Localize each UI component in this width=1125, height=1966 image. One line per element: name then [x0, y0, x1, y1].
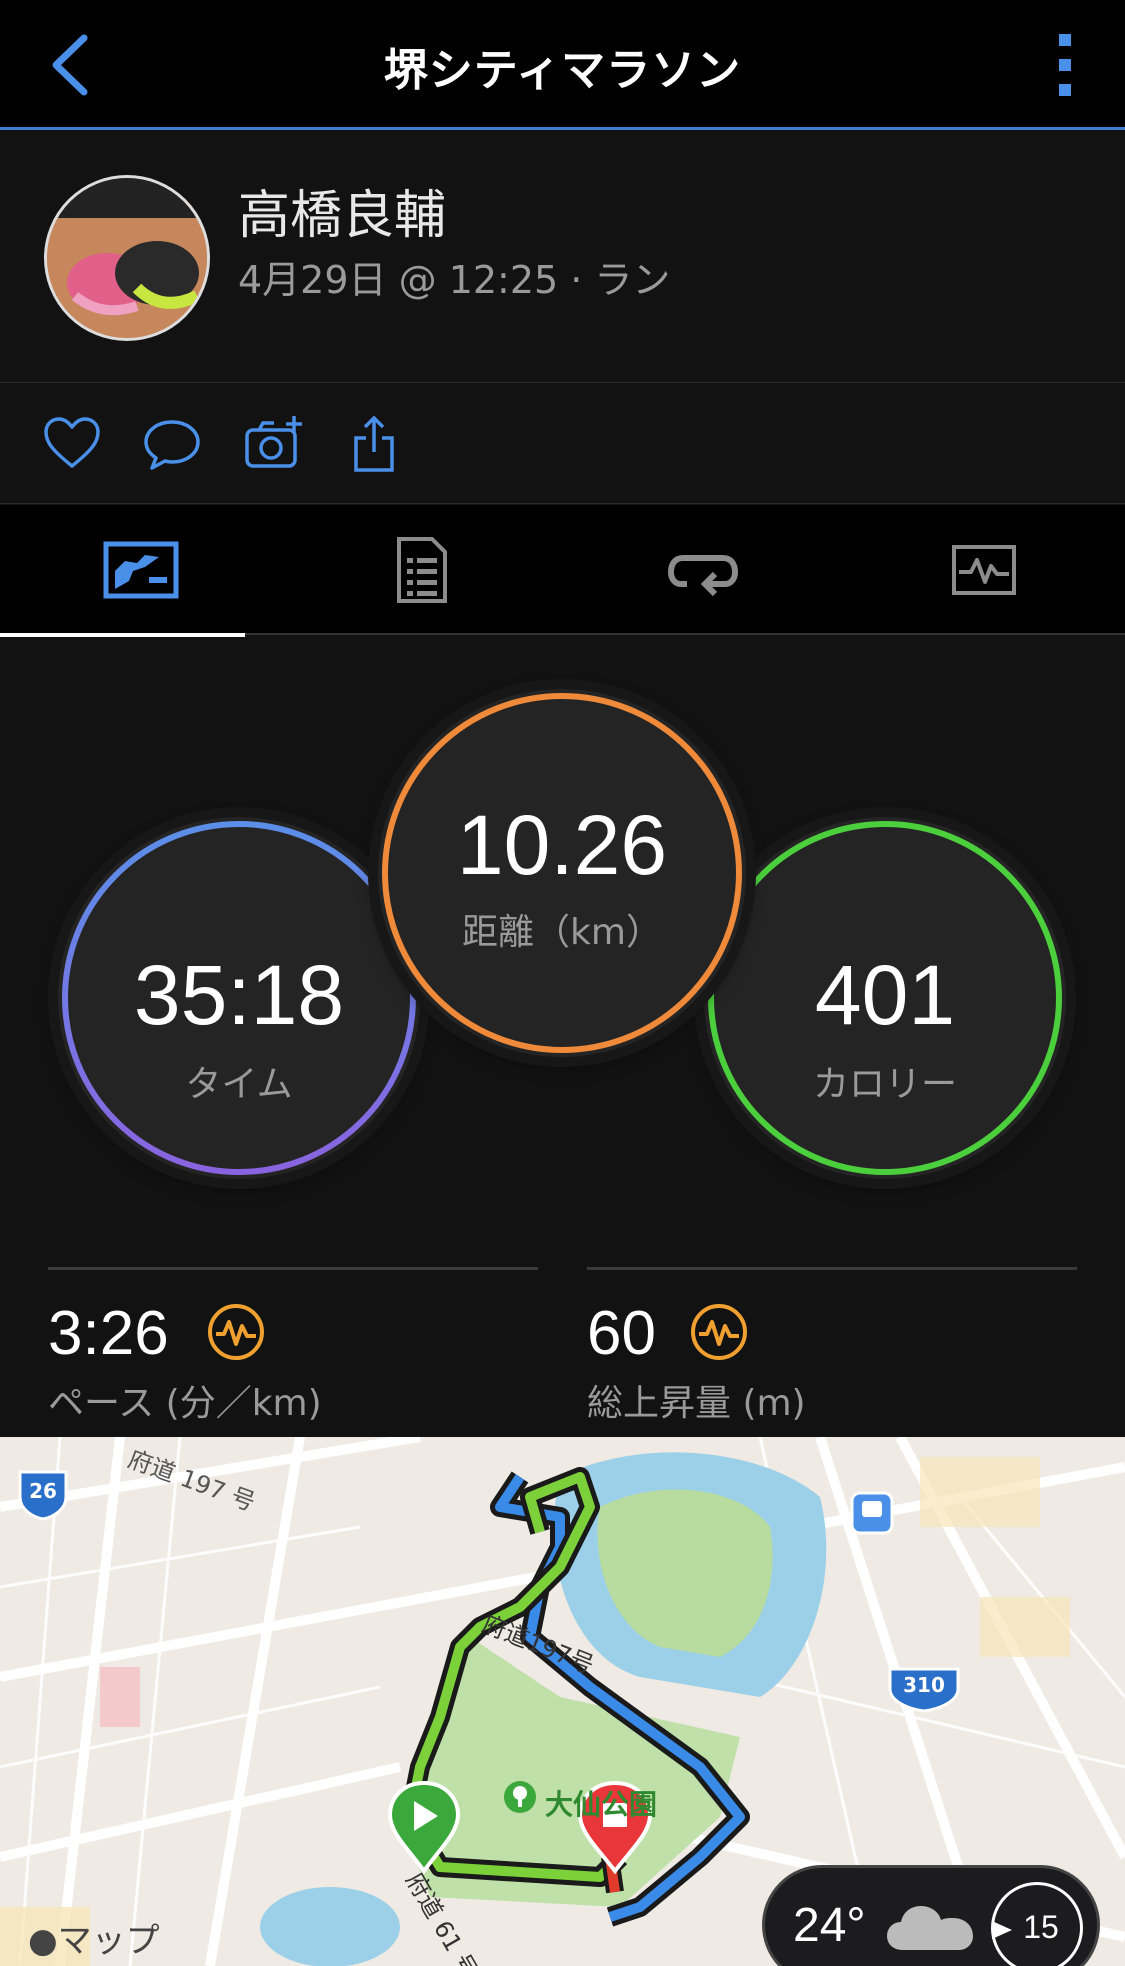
pace-value: 3:26: [48, 1299, 169, 1368]
route-map[interactable]: 府道 197 号 府道197号 府道 61 号 大仙公園 26 310 ●マップ…: [0, 1437, 1125, 1966]
wind-speed: 15: [1023, 1909, 1059, 1945]
pace-chart-icon[interactable]: [206, 1302, 266, 1362]
avatar-photo: [47, 178, 207, 338]
time-label: タイム: [185, 1064, 293, 1105]
action-bar: [0, 384, 1125, 504]
nav-bar: 堺シティマラソン: [0, 0, 1125, 130]
cloud-icon: [887, 1906, 973, 1950]
user-name[interactable]: 高橋良輔: [238, 173, 446, 248]
pace-metric: 3:26 ペース (分／km): [48, 1267, 538, 1424]
avatar[interactable]: [44, 175, 210, 341]
elevation-value: 60: [587, 1299, 656, 1368]
wind-indicator: 15: [991, 1882, 1083, 1966]
temperature: 24°: [793, 1899, 866, 1952]
calories-ring: 401 カロリー: [704, 817, 1066, 1179]
train-station-icon: [850, 1491, 894, 1535]
activity-header: 高橋良輔 4月29日 @ 12:25 · ラン: [0, 133, 1125, 383]
distance-value: 10.26: [456, 798, 668, 892]
maps-attribution: ●マップ: [28, 1921, 160, 1961]
calories-value: 401: [814, 948, 956, 1042]
details-tab-icon: [396, 537, 447, 603]
weather-widget[interactable]: 24° 15: [762, 1865, 1100, 1966]
distance-label: 距離（km）: [462, 912, 662, 953]
apple-logo-icon: ●: [28, 1921, 58, 1961]
calories-label: カロリー: [812, 1064, 957, 1105]
route-sign-310: 310: [903, 1673, 945, 1697]
tab-charts[interactable]: [843, 505, 1124, 635]
page-title: 堺シティマラソン: [383, 45, 742, 96]
heart-icon[interactable]: [42, 414, 102, 474]
more-options-icon[interactable]: [1045, 30, 1085, 100]
pace-label: ペース (分／km): [48, 1383, 322, 1424]
park-icon: [504, 1781, 536, 1813]
add-photo-icon[interactable]: [244, 414, 304, 474]
laps-tab-icon: [667, 555, 738, 596]
overview-tab-icon: [103, 541, 178, 599]
time-value: 35:18: [133, 948, 345, 1042]
elevation-metric: 60 総上昇量 (m): [587, 1267, 1077, 1424]
tab-bar: [0, 505, 1125, 637]
summary-stats: 35:18 タイム 401 カロリー 10.26 距離（km） 3:26 ペース…: [0, 637, 1125, 1437]
activity-date-type: 4月29日 @ 12:25 · ラン: [238, 258, 671, 302]
share-icon[interactable]: [344, 414, 404, 474]
park-label: 大仙公園: [545, 1788, 658, 1821]
comment-icon[interactable]: [142, 414, 202, 474]
tab-laps[interactable]: [562, 505, 843, 635]
tab-details[interactable]: [281, 505, 562, 635]
elevation-chart-icon[interactable]: [689, 1302, 749, 1362]
time-ring: 35:18 タイム: [58, 817, 420, 1179]
distance-ring: 10.26 距離（km）: [378, 689, 746, 1057]
elevation-label: 総上昇量 (m): [587, 1383, 806, 1424]
tab-overview[interactable]: [0, 505, 281, 637]
charts-tab-icon: [951, 545, 1016, 595]
route-sign-26: 26: [29, 1479, 57, 1503]
